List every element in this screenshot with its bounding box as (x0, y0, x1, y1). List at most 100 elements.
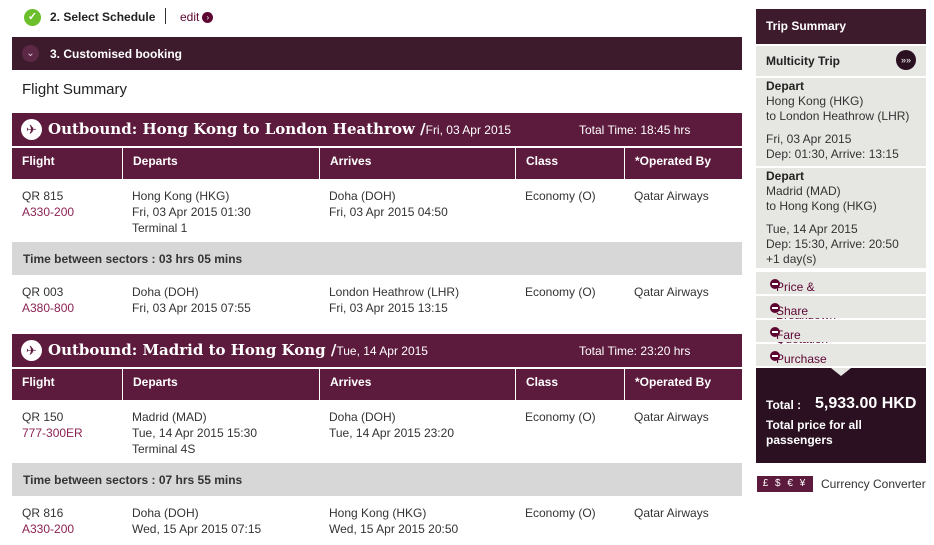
departure-date: Fri, 03 Apr 2015 (766, 132, 852, 146)
column-header: Arrives (319, 369, 516, 400)
flight-number: QR 150 (22, 410, 64, 424)
total-time: Total Time: 23:20 hrs (579, 344, 691, 358)
chevron-down-icon: ⌄ (22, 45, 39, 62)
total-value: 5,933.00 HKD (815, 395, 917, 412)
departure-from: Madrid (MAD) (766, 184, 841, 198)
arrival-place: London Heathrow (LHR) (329, 285, 460, 299)
column-header: Departs (122, 369, 320, 400)
column-header: *Operated By (624, 148, 742, 179)
departure-summary: Depart Madrid (MAD) to Hong Kong (HKG) T… (756, 168, 926, 268)
operator-cell: Qatar Airways (634, 285, 709, 299)
trip-summary-header: Trip Summary (756, 9, 926, 44)
departure-from: Hong Kong (HKG) (766, 94, 864, 108)
sector-gap-text: Time between sectors : 07 hrs 55 mins (23, 473, 243, 487)
step-label: 2. Select Schedule (50, 10, 156, 24)
departs-cell: Madrid (MAD) Tue, 14 Apr 2015 15:30 Termin… (122, 409, 257, 457)
total-price-box: Total : 5,933.00 HKD Total price for all… (756, 368, 926, 463)
flight-cell: QR 003 A380-800 (12, 284, 74, 316)
outbound-date: Fri, 03 Apr 2015 (425, 123, 511, 137)
outbound-date: Tue, 14 Apr 2015 (336, 344, 428, 358)
departure-times: Dep: 01:30, Arrive: 13:15 (766, 147, 899, 161)
arrival-time: Fri, 03 Apr 2015 04:50 (329, 205, 448, 219)
table-row: QR 816 A330-200 Doha (DOH) Wed, 15 Apr 201… (12, 505, 742, 545)
flight-cell: QR 150 777-300ER (12, 409, 83, 441)
total-label: Total : (766, 398, 802, 412)
table-row: QR 150 777-300ER Madrid (MAD) Tue, 14 Apr … (12, 409, 742, 461)
purchase-conditions-link[interactable]: Purchase Conditions (756, 344, 926, 380)
price-tax-breakdown-link[interactable]: Price & Tax Breakdown (756, 272, 926, 322)
departure-summary: Depart Hong Kong (HKG) to London Heathro… (756, 78, 926, 166)
departure-place: Doha (DOH) (132, 285, 199, 299)
arrival-place: Doha (DOH) (329, 410, 396, 424)
departs-cell: Doha (DOH) Wed, 15 Apr 2015 07:15 (122, 505, 261, 537)
arrives-cell: Doha (DOH) Tue, 14 Apr 2015 23:20 (319, 409, 454, 441)
minus-icon (770, 302, 780, 313)
aircraft-type: A380-800 (22, 301, 75, 315)
column-header: Arrives (319, 148, 516, 179)
step-customised-booking[interactable]: ⌄ 3. Customised booking (12, 37, 742, 70)
page-title: Flight Summary (22, 81, 128, 98)
share-quotation-link[interactable]: Share this Quotation (756, 296, 926, 346)
divider (165, 8, 166, 24)
departure-label: Depart (766, 169, 805, 183)
operator-cell: Qatar Airways (634, 410, 709, 424)
multicity-trip-row[interactable]: Multicity Trip »» (756, 46, 926, 76)
operator-cell: Qatar Airways (634, 189, 709, 203)
step-label: 3. Customised booking (50, 47, 183, 61)
trip-type: Multicity Trip (766, 54, 841, 68)
departure-terminal: Terminal 4S (132, 442, 196, 456)
arrival-time: Tue, 14 Apr 2015 23:20 (329, 426, 454, 440)
outbound-route: Outbound: Madrid to Hong Kong / (48, 341, 337, 359)
edit-link[interactable]: edit › (180, 10, 214, 24)
table-header: Flight Departs Arrives Class *Operated B… (12, 148, 742, 179)
column-header: Class (515, 148, 625, 179)
departure-place: Madrid (MAD) (132, 410, 207, 424)
minus-icon (770, 278, 780, 289)
departure-time: Tue, 14 Apr 2015 15:30 (132, 426, 257, 440)
departure-to: to Hong Kong (HKG) (766, 199, 877, 213)
flight-number: QR 003 (22, 285, 64, 299)
aircraft-type: A330-200 (22, 205, 75, 219)
class-cell: Economy (O) (525, 410, 596, 424)
sector-gap: Time between sectors : 03 hrs 05 mins (12, 242, 742, 275)
table-header: Flight Departs Arrives Class *Operated B… (12, 369, 742, 400)
column-header: Flight (22, 375, 55, 389)
forward-arrows-icon[interactable]: »» (896, 50, 916, 70)
flight-number: QR 815 (22, 189, 64, 203)
chevron-right-icon: › (202, 12, 214, 24)
departure-times: Dep: 15:30, Arrive: 20:50 (766, 237, 899, 251)
outbound-title: Outbound: Hong Kong to London Heathrow /… (48, 120, 511, 138)
departure-to: to London Heathrow (LHR) (766, 109, 910, 123)
arrival-time: Wed, 15 Apr 2015 20:50 (329, 522, 459, 536)
column-header: Flight (22, 154, 55, 168)
class-cell: Economy (O) (525, 189, 596, 203)
currency-converter-label: Currency Converter (821, 477, 926, 491)
flight-cell: QR 816 A330-200 (12, 505, 74, 537)
arrival-place: Doha (DOH) (329, 189, 396, 203)
arrives-cell: London Heathrow (LHR) Fri, 03 Apr 2015 13… (319, 284, 459, 316)
class-cell: Economy (O) (525, 506, 596, 520)
flight-number: QR 816 (22, 506, 64, 520)
column-header: Departs (122, 148, 320, 179)
aircraft-type: A330-200 (22, 522, 75, 536)
check-icon: ✓ (24, 9, 41, 26)
departure-label: Depart (766, 79, 805, 93)
arrival-place: Hong Kong (HKG) (329, 506, 427, 520)
outbound-title: Outbound: Madrid to Hong Kong /Tue, 14 A… (48, 341, 428, 359)
arrives-cell: Hong Kong (HKG) Wed, 15 Apr 2015 20:50 (319, 505, 458, 537)
minus-icon (770, 326, 780, 337)
departure-place: Doha (DOH) (132, 506, 199, 520)
outbound-header: ✈ Outbound: Hong Kong to London Heathrow… (12, 113, 742, 146)
column-header: *Operated By (624, 369, 742, 400)
operator-cell: Qatar Airways (634, 506, 709, 520)
plane-icon: ✈ (21, 119, 42, 140)
flight-cell: QR 815 A330-200 (12, 188, 74, 220)
table-row: QR 815 A330-200 Hong Kong (HKG) Fri, 03 Ap… (12, 188, 742, 240)
departs-cell: Hong Kong (HKG) Fri, 03 Apr 2015 01:30 Ter… (122, 188, 251, 236)
step-select-schedule: ✓ 2. Select Schedule edit › (12, 4, 742, 32)
fare-rules-link[interactable]: Fare Rules (756, 320, 926, 356)
outbound-route: Outbound: Hong Kong to London Heathrow / (48, 120, 426, 138)
departure-time: Fri, 03 Apr 2015 07:55 (132, 301, 251, 315)
column-header: Class (515, 369, 625, 400)
currency-icon: £ $ € ¥ (757, 476, 813, 492)
